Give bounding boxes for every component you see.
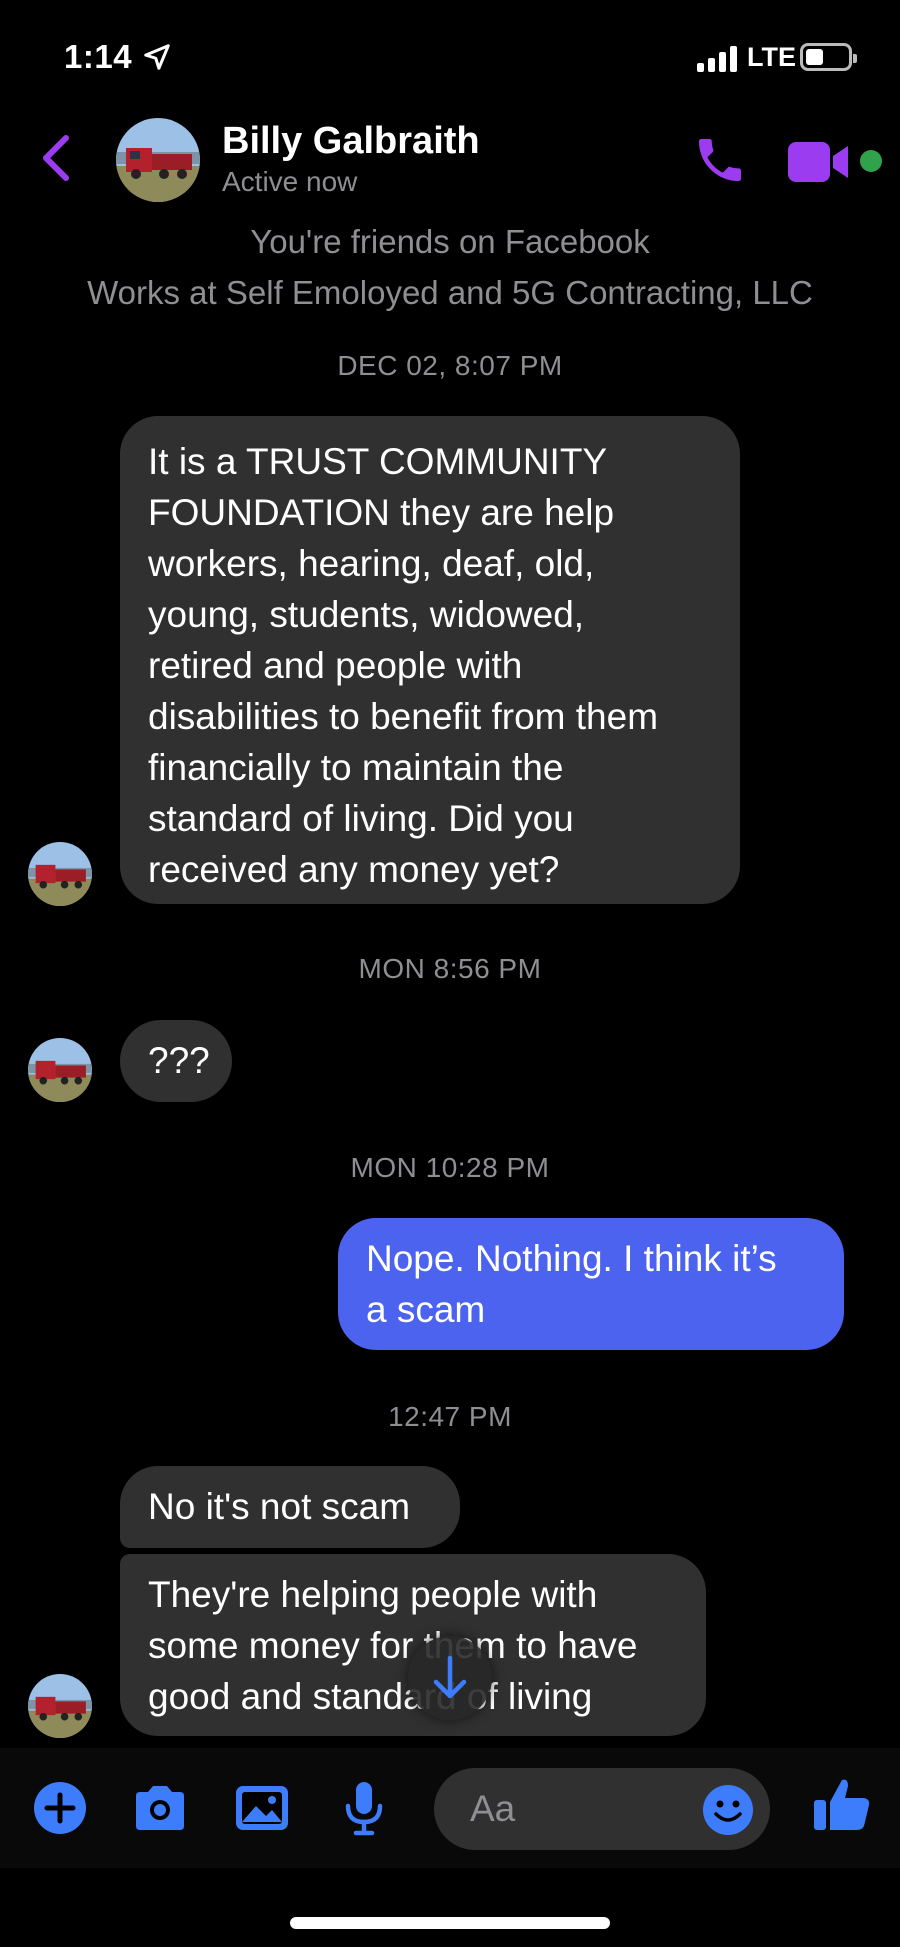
sender-avatar[interactable] (28, 842, 92, 906)
message-line: standard of living. Did you (148, 798, 574, 839)
message-line: It is a TRUST COMMUNITY (148, 441, 608, 482)
message-line: They're helping people with (148, 1574, 598, 1615)
thumbs-up-icon[interactable] (810, 1772, 874, 1836)
message-line: received any money yet? (148, 849, 560, 890)
location-arrow-icon (144, 44, 170, 70)
microphone-icon[interactable] (334, 1778, 394, 1838)
message-line: retired and people with (148, 645, 523, 686)
phone-icon[interactable] (692, 132, 748, 188)
smiley-icon[interactable] (702, 1784, 754, 1836)
message-line: young, students, widowed, (148, 594, 585, 635)
image-icon[interactable] (232, 1778, 292, 1838)
message-composer: Aa (0, 1748, 900, 1868)
message-line: workers, hearing, deaf, old, (148, 543, 595, 584)
camera-icon[interactable] (130, 1778, 190, 1838)
timestamp: MON 8:56 PM (358, 953, 542, 984)
message-bubble-sent[interactable]: Nope. Nothing. I think it’s a scam (338, 1218, 844, 1350)
plus-icon[interactable] (30, 1778, 90, 1838)
battery-icon (800, 43, 857, 71)
contact-name[interactable]: Billy Galbraith (222, 120, 480, 163)
message-line: disabilities to benefit from them (148, 696, 659, 737)
message-line: Nope. Nothing. I think it’s (366, 1238, 777, 1279)
message-input[interactable]: Aa (434, 1768, 770, 1850)
message-line: a scam (366, 1289, 486, 1330)
message-input-placeholder: Aa (470, 1788, 516, 1829)
online-indicator (860, 150, 882, 172)
home-indicator[interactable] (290, 1917, 610, 1929)
message-bubble-received[interactable]: ??? (120, 1020, 232, 1102)
truck-photo-icon (28, 1038, 92, 1102)
truck-photo-icon (28, 842, 92, 906)
chat-header: Billy Galbraith Active now (0, 110, 900, 215)
contact-avatar[interactable] (116, 118, 200, 202)
timestamp: MON 10:28 PM (350, 1152, 550, 1183)
video-camera-icon[interactable] (786, 140, 850, 184)
truck-photo-icon (116, 118, 200, 202)
sender-avatar[interactable] (28, 1674, 92, 1738)
message-bubble-received[interactable]: It is a TRUST COMMUNITY FOUNDATION they … (120, 416, 740, 904)
status-time: 1:14 (64, 38, 133, 75)
message-bubble-received[interactable]: No it's not scam (120, 1466, 460, 1548)
network-type: LTE (747, 42, 796, 72)
friends-info: You're friends on Facebook (250, 223, 650, 260)
message-line: financially to maintain the (148, 747, 564, 788)
status-bar: 1:14 LTE (0, 0, 900, 110)
back-chevron-icon[interactable] (38, 132, 74, 184)
presence-status: Active now (222, 166, 358, 197)
sender-avatar[interactable] (28, 1038, 92, 1102)
message-line: ??? (148, 1040, 210, 1081)
scroll-to-bottom-button[interactable] (408, 1636, 492, 1720)
arrow-down-icon (433, 1655, 467, 1699)
message-line: FOUNDATION they are help (148, 492, 615, 533)
truck-photo-icon (28, 1674, 92, 1738)
cellular-signal-icon (697, 46, 737, 72)
work-info: Works at Self Emoloyed and 5G Contractin… (87, 274, 813, 311)
message-line: No it's not scam (148, 1486, 411, 1527)
timestamp: 12:47 PM (388, 1401, 512, 1432)
timestamp: DEC 02, 8:07 PM (337, 350, 563, 381)
